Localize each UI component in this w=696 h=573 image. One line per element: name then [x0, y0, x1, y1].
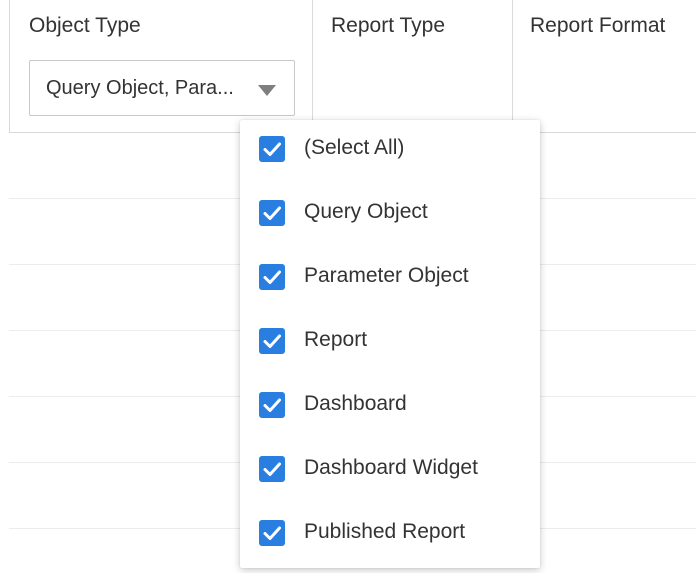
checkbox-checked[interactable] [259, 264, 285, 290]
option-label: Report [304, 328, 368, 351]
column-header-report-type[interactable]: Report Type [312, 0, 512, 133]
column-header-label: Report Type [331, 14, 446, 37]
checkbox-checked[interactable] [259, 200, 285, 226]
page: Object Type Query Object, Para... Report… [0, 0, 696, 573]
option-parameter-object[interactable]: Parameter Object [240, 248, 540, 312]
option-select-all[interactable]: (Select All) [240, 120, 540, 184]
checkmark-icon [263, 462, 281, 476]
option-dashboard[interactable]: Dashboard [240, 376, 540, 440]
checkmark-icon [263, 526, 281, 540]
checkmark-icon [263, 270, 281, 284]
column-header-report-format[interactable]: Report Format [512, 0, 696, 133]
column-header-label: Report Format [530, 14, 666, 37]
option-label: Dashboard [304, 392, 407, 415]
filter-selected-value: Query Object, Para... [46, 77, 234, 99]
grid-header: Object Type Query Object, Para... Report… [9, 0, 696, 133]
column-header-object-type[interactable]: Object Type Query Object, Para... [10, 0, 312, 133]
checkmark-icon [263, 206, 281, 220]
option-published-report[interactable]: Published Report [240, 504, 540, 568]
checkbox-checked[interactable] [259, 136, 285, 162]
checkmark-icon [263, 398, 281, 412]
object-type-dropdown-menu: (Select All) Query Object Parameter Obje… [240, 120, 540, 568]
checkbox-checked[interactable] [259, 520, 285, 546]
checkmark-icon [263, 142, 281, 156]
option-label: Query Object [304, 200, 428, 223]
option-label: (Select All) [304, 136, 405, 159]
option-report[interactable]: Report [240, 312, 540, 376]
caret-down-icon [258, 85, 276, 96]
checkbox-checked[interactable] [259, 456, 285, 482]
checkmark-icon [263, 334, 281, 348]
column-header-label: Object Type [29, 14, 141, 37]
checkbox-checked[interactable] [259, 392, 285, 418]
option-dashboard-widget[interactable]: Dashboard Widget [240, 440, 540, 504]
option-query-object[interactable]: Query Object [240, 184, 540, 248]
option-label: Published Report [304, 520, 466, 543]
option-label: Parameter Object [304, 264, 469, 287]
object-type-filter-select[interactable]: Query Object, Para... [29, 60, 295, 116]
option-label: Dashboard Widget [304, 456, 478, 479]
checkbox-checked[interactable] [259, 328, 285, 354]
